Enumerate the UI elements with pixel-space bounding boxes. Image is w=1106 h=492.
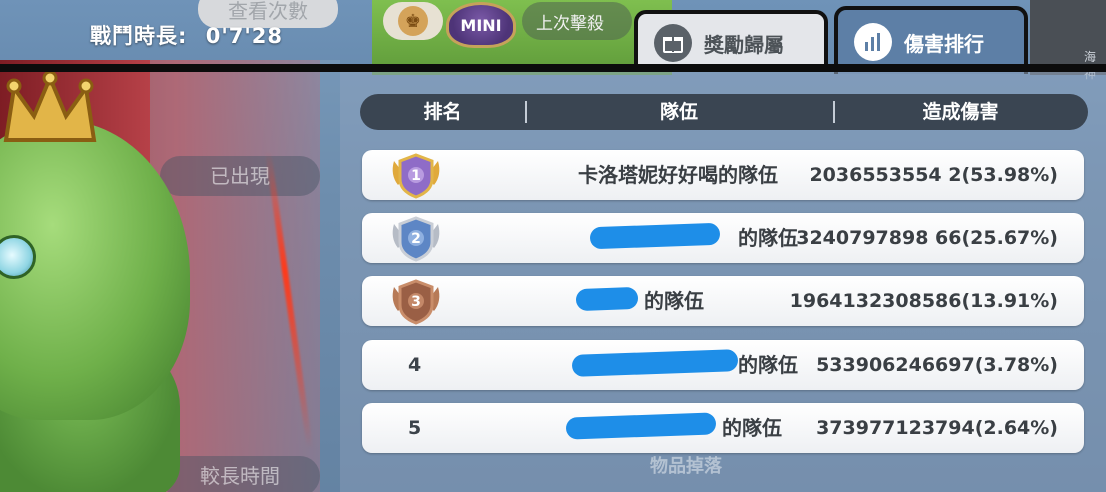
header-team: 隊伍 xyxy=(659,101,698,123)
redacted-name-scribble xyxy=(589,222,721,250)
gift-icon xyxy=(654,24,692,62)
team-name: 的隊伍 xyxy=(644,289,704,313)
damage-value: 373977123794(2.64%) xyxy=(816,417,1058,439)
last-kill-chip[interactable]: 上次擊殺 xyxy=(522,2,632,40)
damage-value: 2036553554 2(53.98%) xyxy=(809,164,1058,186)
redacted-name-scribble xyxy=(575,286,639,312)
bar-chart-icon xyxy=(854,23,892,61)
mini-boss-badge: MINI xyxy=(446,2,516,48)
rank-number: 4 xyxy=(408,354,422,376)
tab-reward-label: 獎勵歸屬 xyxy=(704,32,784,57)
ranking-row-1[interactable]: 1 卡洛塔妮好好喝的隊伍 2036553554 2(53.98%) xyxy=(362,150,1084,200)
silver-medal-icon: 2 xyxy=(392,216,440,262)
ranking-header: 排名 隊伍 造成傷害 xyxy=(360,94,1088,130)
header-rank: 排名 xyxy=(423,101,462,123)
damage-value: 533906246697(3.78%) xyxy=(816,354,1058,376)
redacted-name-scribble xyxy=(571,349,739,377)
ranking-row-2[interactable]: 2 的隊伍 3240797898 66(25.67%) xyxy=(362,213,1084,263)
battle-duration-label: 戰鬥時長: xyxy=(90,24,188,48)
battle-duration: 戰鬥時長: 0'7'28 xyxy=(90,20,283,50)
king-icon: ♚ xyxy=(398,6,428,36)
last-kill-label: 上次擊殺 xyxy=(536,13,604,34)
ghost-button-appeared: 已出現 xyxy=(160,156,320,196)
tab-damage-label: 傷害排行 xyxy=(904,31,984,56)
damage-value: 1964132308586(13.91%) xyxy=(789,290,1058,312)
mini-label: MINI xyxy=(460,15,502,35)
team-name: 的隊伍 xyxy=(722,416,782,440)
svg-text:1: 1 xyxy=(411,168,421,184)
top-divider xyxy=(0,64,1106,72)
ranking-row-4[interactable]: 4 的隊伍 533906246697(3.78%) xyxy=(362,340,1084,390)
svg-text:3: 3 xyxy=(411,294,421,310)
item-drop-ghost-label: 物品掉落 xyxy=(650,456,722,477)
header-damage: 造成傷害 xyxy=(922,101,999,123)
gold-medal-icon: 1 xyxy=(392,153,440,199)
battle-duration-value: 0'7'28 xyxy=(205,24,284,48)
tab-reward-attribution[interactable]: 獎勵歸屬 xyxy=(634,10,828,72)
ranking-row-5[interactable]: 5 的隊伍 373977123794(2.64%) xyxy=(362,403,1084,453)
rank-number: 5 xyxy=(408,417,422,439)
damage-value: 3240797898 66(25.67%) xyxy=(796,227,1058,249)
svg-text:2: 2 xyxy=(411,231,421,247)
team-name: 的隊伍 xyxy=(738,353,798,377)
gold-crown-icon xyxy=(3,70,97,142)
team-name: 卡洛塔妮好好喝的隊伍 xyxy=(578,163,778,187)
ghost-button-longer-time: 較長時間 xyxy=(160,456,320,492)
team-name: 的隊伍 xyxy=(738,226,798,250)
king-chip[interactable]: ♚ xyxy=(383,2,443,40)
ranking-row-3[interactable]: 3 的隊伍 1964132308586(13.91%) xyxy=(362,276,1084,326)
redacted-name-scribble xyxy=(565,412,717,440)
bronze-medal-icon: 3 xyxy=(392,279,440,325)
